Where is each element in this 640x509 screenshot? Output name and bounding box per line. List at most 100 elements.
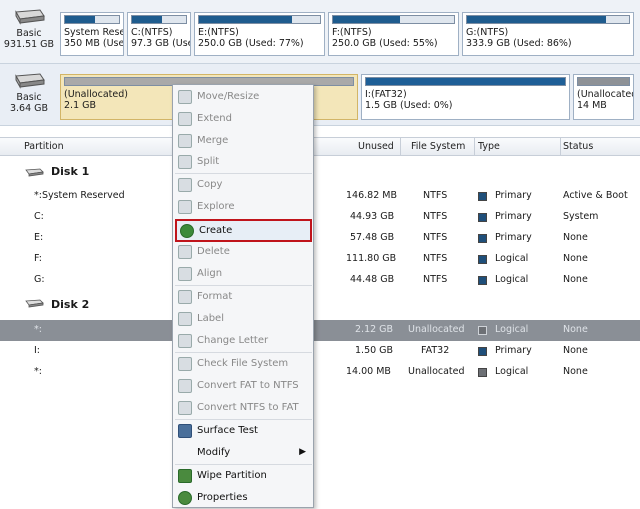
menu-separator xyxy=(175,285,312,286)
submenu-arrow-icon: ▶ xyxy=(299,447,306,457)
change-letter-icon xyxy=(178,334,192,348)
disk1-group-label[interactable]: Disk 1 xyxy=(51,165,89,178)
cell-unused: 44.48 GB xyxy=(350,274,395,285)
disk1-partition[interactable]: C:(NTFS) 97.3 GB (Used xyxy=(127,12,191,56)
menu-item-merge[interactable]: Merge xyxy=(175,131,312,152)
menu-label: Create xyxy=(199,225,233,236)
menu-label: Merge xyxy=(197,135,229,146)
type-color-swatch xyxy=(478,192,487,201)
explore-icon xyxy=(178,200,192,214)
menu-label: Wipe Partition xyxy=(197,470,267,481)
column-file-system[interactable]: File System xyxy=(411,141,465,152)
menu-item-copy[interactable]: Copy xyxy=(175,175,312,196)
check-file-system-icon xyxy=(178,357,192,371)
cell-file-system: NTFS xyxy=(423,274,448,285)
type-color-swatch xyxy=(478,368,487,377)
cell-type: Primary xyxy=(495,345,532,356)
menu-item-change-letter[interactable]: Change Letter xyxy=(175,331,312,352)
cell-type: Logical xyxy=(495,274,529,285)
disk1-partition[interactable]: System Reserv 350 MB (Used: xyxy=(60,12,124,56)
menu-item-convert-fat-to-ntfs[interactable]: Convert FAT to NTFS xyxy=(175,376,312,397)
menu-item-properties[interactable]: Properties xyxy=(175,488,312,509)
partition-name: (Unallocated) xyxy=(577,89,633,100)
hard-disk-icon xyxy=(15,9,45,25)
partition-list-header: Partition Unused File System Type Status xyxy=(0,137,640,156)
menu-item-create[interactable]: Create xyxy=(175,219,312,242)
cell-type: Logical xyxy=(495,366,529,377)
label-icon xyxy=(178,312,192,326)
disk2-group-label[interactable]: Disk 2 xyxy=(51,298,89,311)
cell-type: Logical xyxy=(495,253,529,264)
menu-separator xyxy=(175,464,312,465)
disk2-info[interactable]: Basic 3.64 GB xyxy=(0,64,58,125)
column-type[interactable]: Type xyxy=(478,141,500,152)
menu-label: Extend xyxy=(197,113,232,124)
cell-status: None xyxy=(563,253,588,264)
table-row[interactable]: I: 1.50 GB FAT32 Primary None xyxy=(0,341,640,362)
menu-item-convert-ntfs-to-fat[interactable]: Convert NTFS to FAT xyxy=(175,398,312,419)
column-partition[interactable]: Partition xyxy=(24,141,64,152)
disk2-size: 3.64 GB xyxy=(9,103,49,114)
disk2-partition-unallocated[interactable]: (Unallocated) 14 MB xyxy=(573,74,634,120)
menu-item-check-file-system[interactable]: Check File System xyxy=(175,354,312,375)
menu-item-align[interactable]: Align xyxy=(175,264,312,285)
disk-icon xyxy=(25,168,44,177)
disk2-partition-fat32[interactable]: I:(FAT32) 1.5 GB (Used: 0%) xyxy=(361,74,570,120)
partition-name: System Reserv xyxy=(64,27,123,38)
table-row[interactable]: *: 14.00 MB Unallocated Logical None xyxy=(0,362,640,383)
cell-partition: *: xyxy=(34,324,42,335)
menu-item-move-resize[interactable]: Move/Resize xyxy=(175,87,312,108)
properties-icon xyxy=(178,491,192,505)
table-row[interactable]: *:System Reserved 146.82 MB NTFS Primary… xyxy=(0,186,640,207)
cell-type: Primary xyxy=(495,190,532,201)
copy-icon xyxy=(178,178,192,192)
partition-size: 1.5 GB (Used: 0%) xyxy=(365,100,453,111)
partition-size: 14 MB xyxy=(577,100,607,111)
cell-unused: 14.00 MB xyxy=(346,366,391,377)
cell-file-system: NTFS xyxy=(423,190,448,201)
convert-ntfs-icon xyxy=(178,401,192,415)
type-color-swatch xyxy=(478,255,487,264)
table-row[interactable]: F: 111.80 GB NTFS Logical None xyxy=(0,249,640,270)
cell-partition: F: xyxy=(34,253,42,264)
menu-separator xyxy=(175,352,312,353)
menu-item-format[interactable]: Format xyxy=(175,287,312,308)
cell-file-system: NTFS xyxy=(423,232,448,243)
menu-label: Change Letter xyxy=(197,335,269,346)
menu-item-wipe-partition[interactable]: Wipe Partition xyxy=(175,466,312,487)
disk2-map: Basic 3.64 GB (Unallocated) 2.1 GB I:(FA… xyxy=(0,64,640,126)
menu-label: Properties xyxy=(197,492,248,503)
column-unused[interactable]: Unused xyxy=(358,141,394,152)
menu-label: Align xyxy=(197,268,223,279)
disk1-partition[interactable]: F:(NTFS) 250.0 GB (Used: 55%) xyxy=(328,12,459,56)
menu-item-delete[interactable]: Delete xyxy=(175,242,312,263)
cell-partition: G: xyxy=(34,274,45,285)
cell-file-system: Unallocated xyxy=(408,366,465,377)
partition-name: G:(NTFS) xyxy=(466,27,509,38)
column-status[interactable]: Status xyxy=(563,141,593,152)
menu-item-label[interactable]: Label xyxy=(175,309,312,330)
cell-type: Logical xyxy=(495,324,529,335)
menu-item-modify[interactable]: Modify ▶ xyxy=(175,443,312,464)
cell-partition: *: xyxy=(34,366,42,377)
cell-status: System xyxy=(563,211,599,222)
disk1-partition[interactable]: G:(NTFS) 333.9 GB (Used: 86%) xyxy=(462,12,634,56)
table-row[interactable]: C: 44.93 GB NTFS Primary System xyxy=(0,207,640,228)
menu-label: Explore xyxy=(197,201,235,212)
menu-item-explore[interactable]: Explore xyxy=(175,197,312,218)
menu-item-surface-test[interactable]: Surface Test xyxy=(175,421,312,442)
menu-item-split[interactable]: Split xyxy=(175,152,312,173)
split-icon xyxy=(178,155,192,169)
type-color-swatch xyxy=(478,276,487,285)
table-row[interactable]: E: 57.48 GB NTFS Primary None xyxy=(0,228,640,249)
cell-type: Primary xyxy=(495,211,532,222)
type-color-swatch xyxy=(478,213,487,222)
partition-size: 333.9 GB (Used: 86%) xyxy=(466,38,572,49)
table-row[interactable]: G: 44.48 GB NTFS Logical None xyxy=(0,270,640,291)
menu-item-extend[interactable]: Extend xyxy=(175,109,312,130)
disk2-type: Basic xyxy=(16,92,42,103)
disk1-partition[interactable]: E:(NTFS) 250.0 GB (Used: 77%) xyxy=(194,12,325,56)
table-row-selected[interactable]: *: 2.12 GB Unallocated Logical None xyxy=(0,320,640,341)
create-icon xyxy=(180,224,194,238)
disk1-info[interactable]: Basic 931.51 GB xyxy=(0,0,58,63)
